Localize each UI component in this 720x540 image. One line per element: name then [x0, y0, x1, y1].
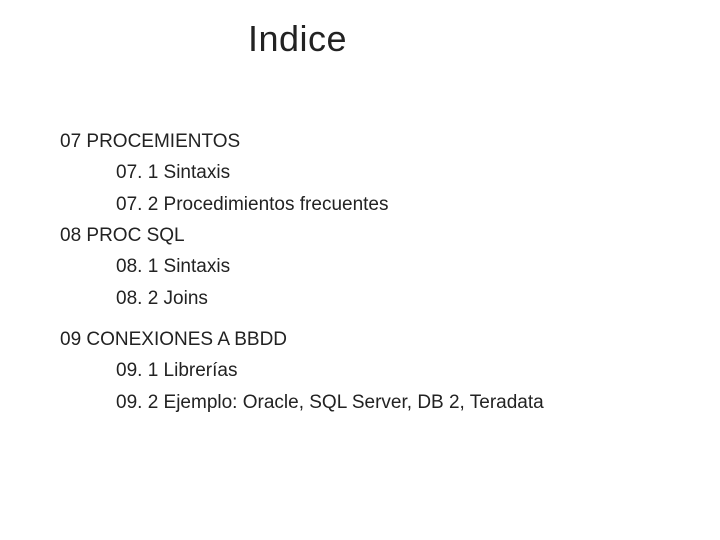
toc-subitem: 09. 2 Ejemplo: Oracle, SQL Server, DB 2,… [60, 387, 690, 418]
toc-subitem: 07. 1 Sintaxis [60, 157, 690, 188]
toc-section-heading: 09 CONEXIONES A BBDD [60, 324, 690, 355]
toc-subitem: 08. 2 Joins [60, 283, 690, 314]
toc-subitem: 09. 1 Librerías [60, 355, 690, 386]
spacer [60, 314, 690, 324]
toc-section-heading: 07 PROCEMIENTOS [60, 126, 690, 157]
table-of-contents: 07 PROCEMIENTOS 07. 1 Sintaxis 07. 2 Pro… [60, 126, 690, 418]
page-title: Indice [248, 18, 347, 60]
toc-subitem: 08. 1 Sintaxis [60, 251, 690, 282]
toc-section-heading: 08 PROC SQL [60, 220, 690, 251]
toc-subitem: 07. 2 Procedimientos frecuentes [60, 189, 690, 220]
slide-page: Indice 07 PROCEMIENTOS 07. 1 Sintaxis 07… [0, 0, 720, 540]
